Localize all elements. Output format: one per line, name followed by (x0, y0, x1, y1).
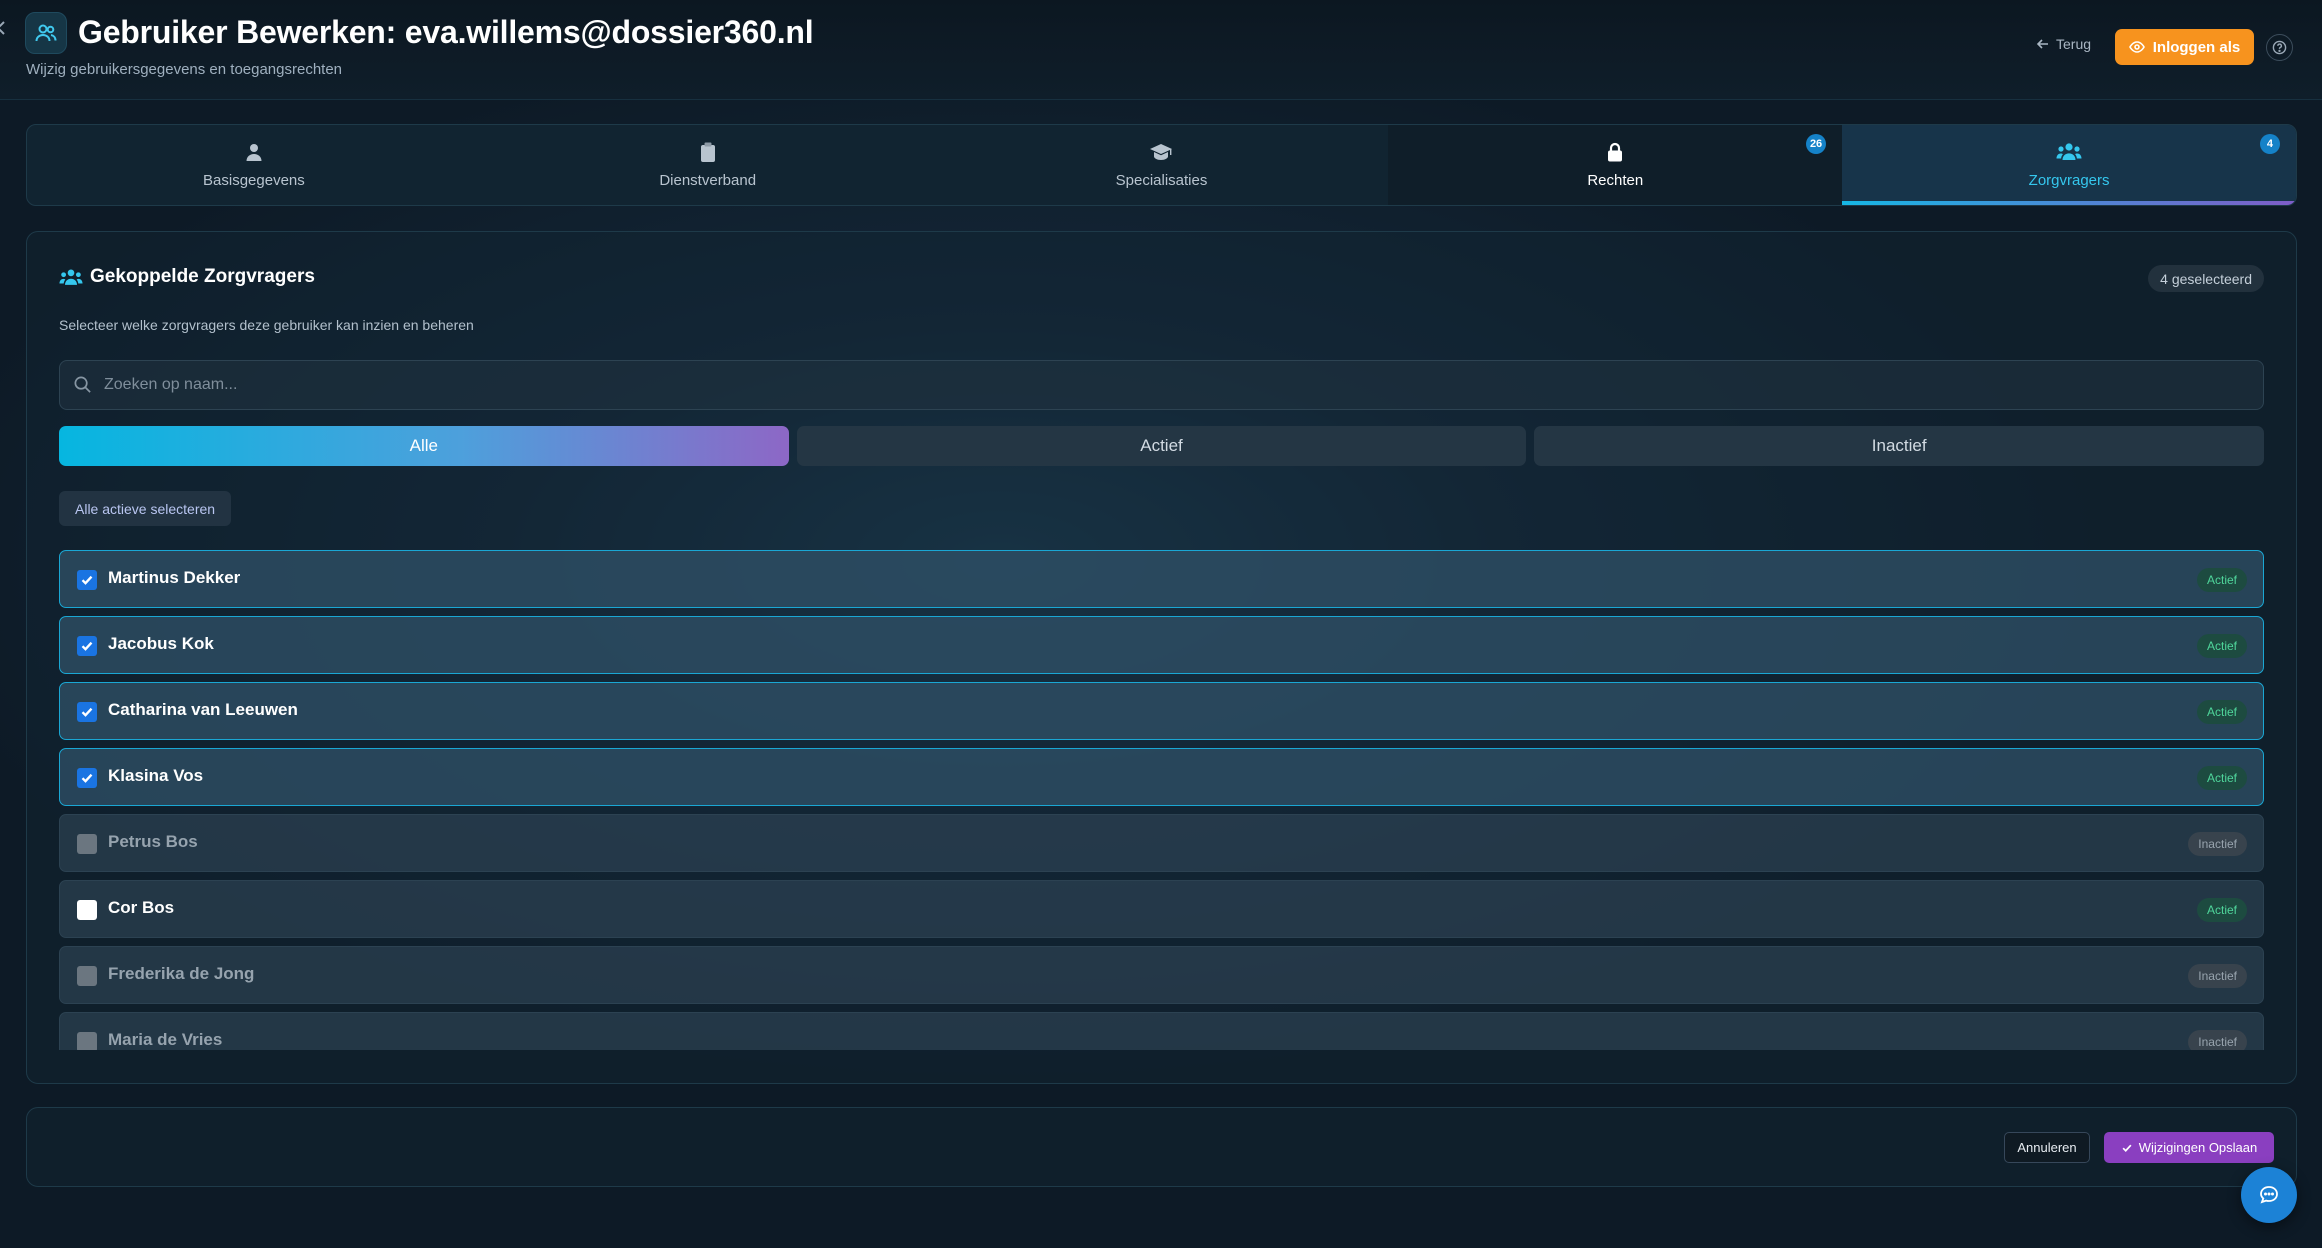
list-item: Frederika de Jong Inactief (59, 946, 2264, 1004)
search-box (59, 360, 2264, 410)
tab-zorgvragers[interactable]: Zorgvragers 4 (1842, 125, 2296, 205)
user-icon (246, 143, 262, 161)
lock-icon (1608, 142, 1623, 161)
status-badge: Actief (2196, 766, 2247, 790)
back-button[interactable]: Terug (2036, 36, 2091, 52)
search-icon (74, 376, 91, 393)
tab-rechten[interactable]: Rechten 26 (1388, 125, 1843, 205)
tab-basisgegevens[interactable]: Basisgegevens (27, 125, 481, 205)
users-icon (25, 12, 67, 54)
checkbox-disabled (77, 834, 97, 854)
list-item[interactable]: Catharina van Leeuwen Actief (59, 682, 2264, 740)
page-header: Gebruiker Bewerken: eva.willems@dossier3… (0, 0, 2322, 100)
filter-actief[interactable]: Actief (796, 426, 1527, 466)
status-badge: Actief (2196, 634, 2247, 658)
list-item[interactable]: Klasina Vos Actief (59, 748, 2264, 806)
check-icon (81, 641, 93, 651)
tab-label: Zorgvragers (2028, 171, 2110, 189)
tab-label: Specialisaties (1115, 171, 1208, 189)
status-badge: Inactief (2188, 1030, 2247, 1050)
save-button-label: Wijzigingen Opslaan (2138, 1140, 2258, 1155)
item-name: Klasina Vos (108, 766, 204, 785)
list-item[interactable]: Martinus Dekker Actief (59, 550, 2264, 608)
item-name: Maria de Vries (108, 1030, 223, 1049)
save-button[interactable]: Wijzigingen Opslaan (2104, 1132, 2274, 1163)
zorgvragers-card: Gekoppelde Zorgvragers 4 geselecteerd Se… (26, 231, 2297, 1084)
selected-count-badge: 4 geselecteerd (2148, 265, 2264, 292)
search-input[interactable] (104, 361, 2244, 409)
item-name: Jacobus Kok (108, 634, 214, 653)
check-icon (81, 707, 93, 717)
tab-specialisaties[interactable]: Specialisaties (935, 125, 1389, 205)
check-icon (2122, 1144, 2132, 1152)
item-name: Petrus Bos (108, 832, 198, 851)
eye-icon (2128, 41, 2145, 53)
status-badge: Inactief (2188, 832, 2247, 856)
form-footer: Annuleren Wijzigingen Opslaan (26, 1107, 2297, 1187)
status-badge: Actief (2196, 568, 2247, 592)
section-description: Selecteer welke zorgvragers deze gebruik… (59, 317, 474, 333)
checkbox-checked[interactable] (77, 570, 97, 590)
checkbox-disabled (77, 966, 97, 986)
item-name: Catharina van Leeuwen (108, 700, 298, 719)
check-icon (81, 773, 93, 783)
checkbox-checked[interactable] (77, 768, 97, 788)
list-item[interactable]: Cor Bos Actief (59, 880, 2264, 938)
select-all-active-button[interactable]: Alle actieve selecteren (59, 491, 232, 526)
clipboard-icon (700, 142, 715, 162)
page-subtitle: Wijzig gebruikersgegevens en toegangsrec… (26, 61, 343, 78)
item-name: Martinus Dekker (108, 568, 241, 587)
checkbox-checked[interactable] (77, 702, 97, 722)
checkbox-unchecked[interactable] (77, 900, 97, 920)
zorgvrager-list: Martinus Dekker Actief Jacobus Kok Actie… (59, 550, 2264, 1050)
list-item: Petrus Bos Inactief (59, 814, 2264, 872)
item-name: Frederika de Jong (108, 964, 255, 983)
filter-inactief[interactable]: Inactief (1534, 426, 2265, 466)
item-name: Cor Bos (108, 898, 175, 917)
login-as-button[interactable]: Inloggen als (2115, 29, 2254, 65)
checkbox-disabled (77, 1032, 97, 1050)
list-item: Maria de Vries Inactief (59, 1012, 2264, 1050)
users-icon (2056, 142, 2082, 160)
arrow-left-icon (2036, 39, 2048, 49)
filter-alle[interactable]: Alle (59, 426, 789, 466)
back-button-label: Terug (2056, 36, 2092, 52)
tab-label: Rechten (1587, 171, 1644, 189)
page-title: Gebruiker Bewerken: eva.willems@dossier3… (78, 14, 814, 50)
tab-badge: 26 (1805, 134, 1827, 154)
tab-bar: Basisgegevens Dienstverband Specialisati… (26, 124, 2297, 206)
tab-dienstverband[interactable]: Dienstverband (481, 125, 935, 205)
status-badge: Inactief (2188, 964, 2247, 988)
login-as-label: Inloggen als (2152, 38, 2241, 56)
status-filter: Alle Actief Inactief (59, 426, 2265, 466)
tab-badge: 4 (2259, 134, 2280, 154)
help-circle-icon[interactable] (2266, 34, 2293, 61)
tab-label: Basisgegevens (203, 171, 305, 189)
check-icon (81, 575, 93, 585)
tab-label: Dienstverband (659, 171, 757, 189)
section-title: Gekoppelde Zorgvragers (90, 266, 315, 287)
cancel-button[interactable]: Annuleren (2004, 1132, 2090, 1163)
status-badge: Actief (2196, 898, 2247, 922)
status-badge: Actief (2196, 700, 2247, 724)
collapse-chevron-icon[interactable] (0, 18, 12, 42)
graduation-cap-icon (1150, 143, 1173, 160)
chat-icon[interactable] (2241, 1167, 2297, 1223)
list-item[interactable]: Jacobus Kok Actief (59, 616, 2264, 674)
checkbox-checked[interactable] (77, 636, 97, 656)
users-icon (59, 268, 83, 292)
